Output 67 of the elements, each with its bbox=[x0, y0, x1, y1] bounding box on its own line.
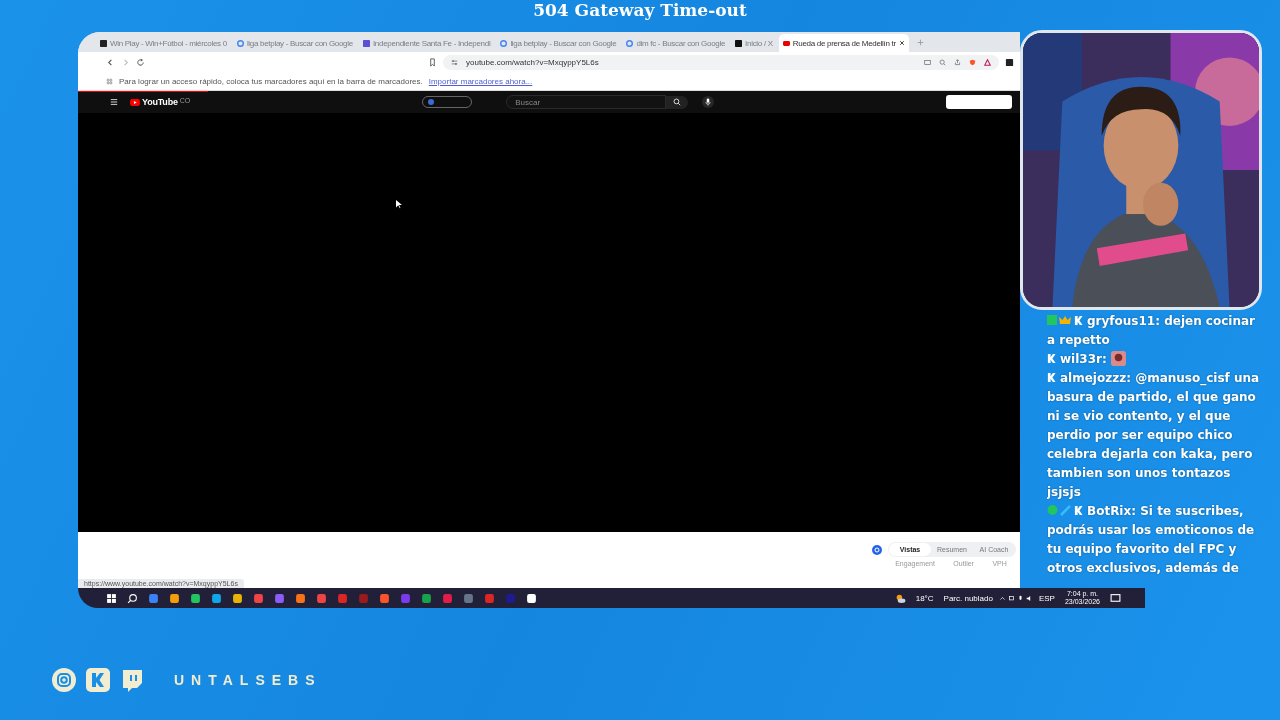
temperature[interactable]: 18°C bbox=[915, 593, 934, 603]
browser-tab[interactable]: Independiente Santa Fe - Independi bbox=[358, 34, 495, 52]
app-icon[interactable] bbox=[211, 592, 222, 604]
site-settings-icon[interactable] bbox=[451, 58, 458, 66]
youtube-logo[interactable]: YouTube $^{CO}$ bbox=[130, 97, 191, 107]
favicon-icon bbox=[500, 39, 508, 47]
instagram-icon[interactable] bbox=[52, 668, 76, 692]
share-icon[interactable] bbox=[954, 58, 961, 66]
kick-badge-icon bbox=[1047, 353, 1056, 364]
chevron-up-icon[interactable] bbox=[998, 594, 1006, 602]
start-icon[interactable] bbox=[106, 592, 117, 604]
speaker-icon[interactable] bbox=[1025, 594, 1033, 602]
bookmark-icon[interactable] bbox=[428, 57, 437, 67]
favicon-icon bbox=[100, 39, 107, 47]
kick-icon[interactable] bbox=[86, 668, 110, 692]
app-icon[interactable] bbox=[232, 592, 243, 604]
reload-icon[interactable] bbox=[136, 57, 145, 67]
favicon-icon bbox=[362, 39, 370, 47]
weather-forecast[interactable]: Parc. nublado bbox=[943, 593, 993, 603]
browser-tab[interactable]: dim fc - Buscar con Google bbox=[622, 34, 730, 52]
search-icon[interactable] bbox=[127, 592, 138, 604]
favicon-icon bbox=[782, 39, 790, 47]
browser-tab[interactable]: liga betplay - Buscar con Google bbox=[496, 34, 621, 52]
shield-icon[interactable] bbox=[969, 58, 976, 66]
menu-icon[interactable] bbox=[110, 98, 118, 106]
back-icon[interactable] bbox=[106, 57, 115, 67]
favicon-icon bbox=[735, 39, 743, 47]
search-field[interactable]: Buscar bbox=[506, 95, 667, 109]
extension-icon[interactable] bbox=[1005, 57, 1014, 67]
language-indicator[interactable]: ESP bbox=[1038, 593, 1055, 603]
zoom-icon[interactable] bbox=[939, 58, 946, 66]
search-icon bbox=[673, 98, 682, 106]
network-icon[interactable] bbox=[1007, 594, 1015, 602]
kick-badge-icon bbox=[1074, 314, 1083, 326]
microphone-icon[interactable] bbox=[1016, 594, 1024, 602]
favicon-icon bbox=[236, 39, 244, 47]
notification-icon[interactable] bbox=[1110, 592, 1121, 604]
browser-tab[interactable]: liga betplay - Buscar con Google bbox=[232, 34, 357, 52]
cast-icon[interactable] bbox=[924, 58, 931, 66]
triangle-icon[interactable] bbox=[984, 58, 991, 66]
twitch-icon[interactable] bbox=[120, 668, 144, 692]
app-icon[interactable] bbox=[190, 592, 201, 604]
import-bookmarks-link[interactable]: Importar marcadores ahora... bbox=[428, 76, 533, 86]
extension-logo-icon[interactable] bbox=[872, 544, 882, 555]
kick-badge-icon bbox=[1047, 372, 1056, 383]
app-icon[interactable] bbox=[169, 592, 180, 604]
address-bar[interactable]: youtube.com/watch?v=MxqyppY5L6s bbox=[443, 54, 999, 70]
browser-tab[interactable]: Rueda de prensa de Medellín tr bbox=[778, 34, 909, 52]
cursor-icon bbox=[396, 200, 402, 209]
chat-message: almejozzz: @manuso_cisf una basura de partido, el que gano ni se vio contento, y el que perdio por ser equipo chico celebra dejarla con kaka, pero tambien son unos tontazos jsjsjs bbox=[1047, 370, 1261, 501]
kick-badge-icon bbox=[1074, 504, 1083, 516]
channel-name: UNTALSEBS bbox=[174, 672, 322, 688]
app-icon[interactable] bbox=[295, 592, 306, 604]
bookmarks-hint: Para lograr un acceso rápido, coloca tus marcadores aquí en la barra de marcadores. bbox=[119, 76, 423, 86]
search-button[interactable] bbox=[666, 95, 689, 109]
favicon-icon bbox=[626, 39, 634, 47]
app-icon[interactable] bbox=[526, 592, 537, 604]
subscriber-badge-icon bbox=[1047, 314, 1071, 326]
chat-message: BotRix: Si te suscribes, podrás usar los emoticonos de tu equipo favorito del FPC y otros exclusivos, además de bbox=[1047, 503, 1256, 577]
bot-badge-icon bbox=[1047, 504, 1071, 516]
microphone-icon[interactable] bbox=[702, 96, 715, 108]
browser-tab[interactable]: Win Play - Win+Fútbol - miércoles 0 bbox=[96, 34, 231, 52]
browser-tab[interactable]: Inicio / X bbox=[731, 34, 777, 52]
page-title: 504 Gateway Time-out bbox=[533, 0, 747, 20]
chat-message: wil33r: bbox=[1047, 350, 1261, 369]
weather-icon[interactable] bbox=[894, 592, 906, 604]
close-icon[interactable] bbox=[898, 40, 905, 46]
